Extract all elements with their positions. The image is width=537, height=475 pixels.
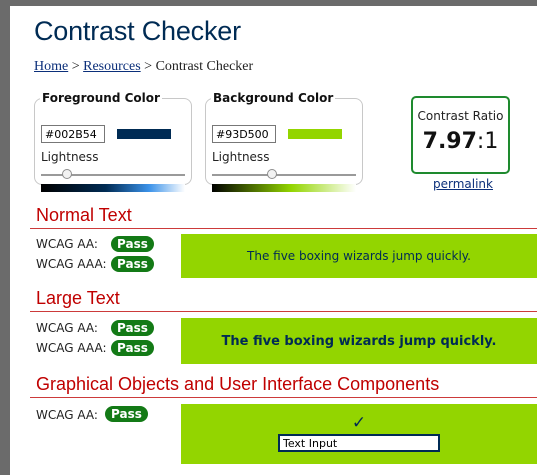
- foreground-color-picker[interactable]: [117, 129, 171, 139]
- normal-aaa-pass-badge: Pass: [111, 256, 154, 272]
- checkmark-icon: ✓: [351, 413, 367, 433]
- permalink-link[interactable]: permalink: [433, 177, 493, 191]
- foreground-lightness-label: Lightness: [41, 150, 99, 164]
- breadcrumb-current: Contrast Checker: [155, 59, 254, 74]
- section-divider: [30, 397, 537, 398]
- normal-text-sample: The five boxing wizards jump quickly.: [181, 234, 537, 278]
- foreground-hex-input[interactable]: [41, 125, 105, 143]
- breadcrumb-home-link[interactable]: Home: [34, 59, 68, 74]
- contrast-ratio-number: 7.97: [422, 129, 477, 154]
- breadcrumb-separator: >: [144, 59, 153, 74]
- background-lightness-thumb[interactable]: [267, 169, 278, 179]
- normal-aaa-label: WCAG AAA:: [36, 257, 107, 271]
- breadcrumb: Home > Resources > Contrast Checker: [34, 59, 253, 75]
- contrast-ratio-suffix: :1: [476, 129, 499, 154]
- foreground-lightness-gradient: [41, 184, 185, 192]
- graphical-objects-sample: ✓: [181, 404, 537, 464]
- graphical-aa-pass-badge: Pass: [105, 406, 148, 422]
- normal-aa-pass-badge: Pass: [111, 236, 154, 252]
- graphical-objects-heading: Graphical Objects and User Interface Com…: [36, 374, 440, 394]
- graphical-aa-label: WCAG AA:: [36, 408, 98, 422]
- background-hex-input[interactable]: [212, 125, 276, 143]
- background-color-picker[interactable]: [288, 129, 342, 139]
- sample-text-input[interactable]: [278, 434, 440, 452]
- normal-aa-label: WCAG AA:: [36, 237, 98, 251]
- section-divider: [30, 228, 537, 229]
- large-aaa-label: WCAG AAA:: [36, 341, 107, 355]
- large-aa-pass-badge: Pass: [111, 320, 154, 336]
- large-aaa-pass-badge: Pass: [111, 340, 154, 356]
- normal-text-heading: Normal Text: [36, 205, 132, 225]
- contrast-ratio-value: 7.97:1: [413, 129, 508, 154]
- large-text-heading: Large Text: [36, 288, 120, 308]
- foreground-color-group: Foreground Color Lightness: [34, 91, 192, 192]
- contrast-ratio-box: Contrast Ratio 7.97:1: [411, 96, 510, 174]
- large-text-sample: The five boxing wizards jump quickly.: [181, 318, 537, 364]
- background-lightness-label: Lightness: [212, 150, 270, 164]
- contrast-checker-page: Contrast Checker Home > Resources > Cont…: [10, 6, 537, 475]
- background-lightness-gradient: [212, 184, 356, 192]
- background-lightness-track[interactable]: [212, 174, 356, 176]
- section-divider: [30, 311, 537, 312]
- contrast-ratio-label: Contrast Ratio: [417, 109, 504, 123]
- breadcrumb-resources-link[interactable]: Resources: [83, 59, 141, 74]
- background-color-group: Background Color Lightness: [205, 91, 363, 192]
- large-aa-label: WCAG AA:: [36, 321, 98, 335]
- foreground-lightness-thumb[interactable]: [61, 169, 72, 179]
- foreground-color-legend: Foreground Color: [42, 91, 160, 105]
- page-title: Contrast Checker: [34, 16, 241, 46]
- background-color-legend: Background Color: [213, 91, 334, 105]
- breadcrumb-separator: >: [71, 59, 80, 74]
